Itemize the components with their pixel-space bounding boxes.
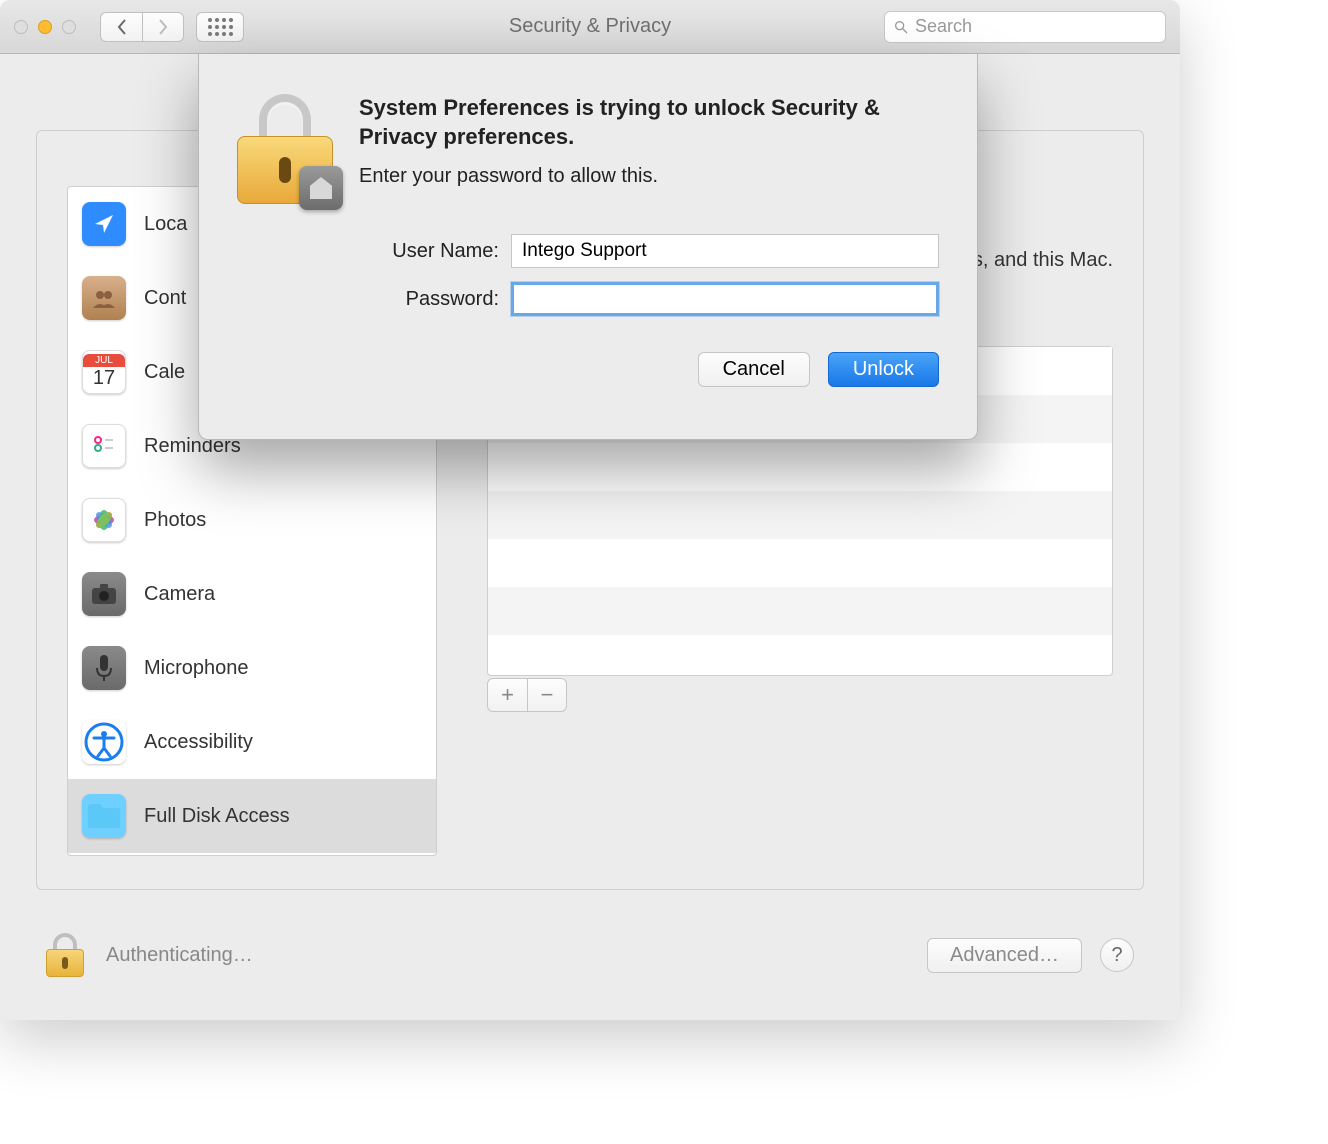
microphone-icon: [82, 646, 126, 690]
search-input[interactable]: [915, 16, 1157, 37]
lock-badge-icon: [237, 94, 333, 204]
sidebar-item-label: Microphone: [144, 657, 249, 680]
auth-subheading: Enter your password to allow this.: [359, 165, 939, 188]
help-button[interactable]: ?: [1100, 938, 1134, 972]
sidebar-item-label: Photos: [144, 509, 206, 532]
password-label: Password:: [359, 288, 499, 311]
sidebar-item-label: Camera: [144, 583, 215, 606]
remove-button[interactable]: −: [527, 678, 567, 712]
minimize-window-button[interactable]: [38, 20, 52, 34]
search-field[interactable]: [884, 11, 1166, 43]
zoom-window-button[interactable]: [62, 20, 76, 34]
password-field[interactable]: [511, 282, 939, 316]
lock-status-text: Authenticating…: [106, 944, 253, 967]
nav-back-forward: [100, 12, 184, 42]
camera-icon: [82, 572, 126, 616]
location-icon: [82, 202, 126, 246]
back-button[interactable]: [100, 12, 142, 42]
auth-heading: System Preferences is trying to unlock S…: [359, 94, 939, 151]
sidebar-item-label: Full Disk Access: [144, 805, 290, 828]
calendar-month: JUL: [83, 354, 125, 367]
add-button[interactable]: +: [487, 678, 527, 712]
calendar-icon: JUL 17: [82, 350, 126, 394]
folder-icon: [82, 794, 126, 838]
sidebar-item-accessibility[interactable]: Accessibility: [68, 705, 436, 779]
reminders-icon: [82, 424, 126, 468]
table-row: [488, 539, 1112, 587]
grid-icon: [208, 18, 233, 36]
photos-icon: [82, 498, 126, 542]
add-remove-buttons: + −: [487, 678, 567, 712]
forward-button[interactable]: [142, 12, 184, 42]
close-window-button[interactable]: [14, 20, 28, 34]
sidebar-item-label: Loca: [144, 213, 187, 236]
advanced-button[interactable]: Advanced…: [927, 938, 1082, 973]
sidebar-item-camera[interactable]: Camera: [68, 557, 436, 631]
contacts-icon: [82, 276, 126, 320]
sidebar-item-label: Cont: [144, 287, 186, 310]
calendar-day: 17: [93, 367, 115, 390]
username-label: User Name:: [359, 240, 499, 263]
preferences-window: Security & Privacy Loca Cont JUL: [0, 0, 1180, 1020]
show-all-button[interactable]: [196, 12, 244, 42]
sidebar-item-microphone[interactable]: Microphone: [68, 631, 436, 705]
sidebar-item-full-disk-access[interactable]: Full Disk Access: [68, 779, 436, 853]
traffic-lights: [14, 20, 76, 34]
table-row: [488, 443, 1112, 491]
sidebar-item-photos[interactable]: Photos: [68, 483, 436, 557]
titlebar: Security & Privacy: [0, 0, 1180, 54]
lock-icon[interactable]: [46, 933, 84, 977]
system-badge-icon: [299, 166, 343, 210]
accessibility-icon: [82, 720, 126, 764]
search-icon: [893, 19, 909, 35]
sidebar-item-label: Accessibility: [144, 731, 253, 754]
cancel-button[interactable]: Cancel: [698, 352, 810, 387]
unlock-button[interactable]: Unlock: [828, 352, 939, 387]
footer: Authenticating… Advanced… ?: [0, 890, 1180, 1020]
auth-dialog: System Preferences is trying to unlock S…: [198, 54, 978, 440]
table-row: [488, 491, 1112, 539]
sidebar-item-label: Cale: [144, 361, 185, 384]
table-row: [488, 587, 1112, 635]
username-field[interactable]: [511, 234, 939, 268]
